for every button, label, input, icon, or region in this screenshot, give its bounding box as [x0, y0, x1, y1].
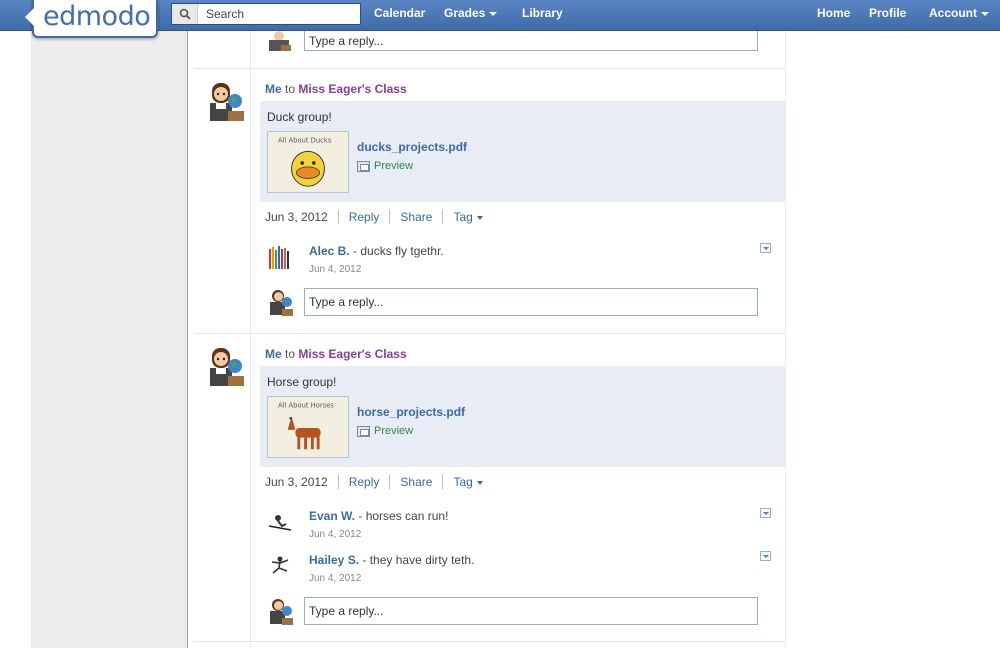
attachment-thumbnail[interactable]: All About Ducks: [267, 131, 349, 193]
post-date: Jun 3, 2012: [265, 210, 328, 224]
post-to-word: to: [285, 82, 296, 96]
colored-pencils-avatar-icon: [269, 246, 289, 269]
edmodo-logo[interactable]: edmodo: [25, 0, 158, 38]
dancer-avatar-icon: [271, 556, 289, 574]
tag-dropdown[interactable]: Tag: [453, 210, 483, 224]
attachment-file-link[interactable]: horse_projects.pdf: [357, 405, 465, 419]
comment-date: Jun 4, 2012: [309, 529, 362, 540]
post-date: Jun 3, 2012: [265, 475, 328, 489]
post-message-text: Duck group!: [267, 110, 332, 124]
attachment-thumbnail[interactable]: All About Horses: [267, 396, 349, 458]
comment: Evan W. - horses can run!: [309, 509, 448, 523]
reply-link[interactable]: Reply: [349, 210, 380, 224]
teacher-avatar-icon: [210, 83, 244, 121]
post-sender-link[interactable]: Me: [265, 347, 282, 361]
logo-arrow-icon: [25, 8, 34, 26]
post-sender-link[interactable]: Me: [265, 82, 282, 96]
nav-account[interactable]: Account: [929, 6, 989, 20]
tag-label: Tag: [453, 475, 473, 489]
comment: Hailey S. - they have dirty teth.: [309, 553, 474, 567]
post-recipient-link[interactable]: Miss Eager's Class: [298, 347, 406, 361]
post-separator: [194, 641, 785, 642]
preview-button[interactable]: Preview: [357, 425, 413, 437]
comment-author-link[interactable]: Alec B.: [309, 244, 350, 258]
teacher-avatar-icon: [270, 599, 293, 625]
teacher-avatar-icon: [210, 348, 244, 386]
comment-author-link[interactable]: Evan W.: [309, 509, 355, 523]
nav-library[interactable]: Library: [522, 6, 563, 20]
preview-icon: [357, 425, 370, 437]
post-message-box: Duck group! All About Ducks ducks_projec…: [260, 101, 785, 202]
stream-right-edge: [785, 31, 786, 648]
nav-grades-label: Grades: [444, 6, 486, 20]
nav-calendar[interactable]: Calendar: [374, 6, 425, 20]
reply-input[interactable]: [304, 597, 758, 625]
share-link[interactable]: Share: [400, 475, 432, 489]
comment-author-link[interactable]: Hailey S.: [309, 553, 359, 567]
meta-divider: [337, 210, 339, 224]
post-separator: [194, 333, 785, 334]
left-sidebar: [31, 31, 187, 648]
nav-grades[interactable]: Grades: [444, 6, 498, 20]
attachment-file-link[interactable]: ducks_projects.pdf: [357, 140, 467, 154]
meta-divider: [442, 210, 444, 224]
skier-avatar-icon: [268, 515, 292, 531]
reply-input[interactable]: [304, 288, 758, 316]
comment-text: - ducks fly tgethr.: [353, 244, 444, 258]
preview-label: Preview: [374, 425, 414, 437]
share-link[interactable]: Share: [400, 210, 432, 224]
nav-profile[interactable]: Profile: [869, 6, 906, 20]
post-meta-row: Jun 3, 2012 Reply Share Tag: [265, 475, 483, 489]
comment-date: Jun 4, 2012: [309, 264, 362, 275]
meta-divider: [442, 475, 444, 489]
preview-icon: [357, 160, 370, 172]
chevron-down-icon: [981, 11, 989, 16]
search-box: [171, 3, 361, 25]
chevron-down-icon: [476, 215, 483, 220]
comment-text: - horses can run!: [358, 509, 449, 523]
nav-account-label: Account: [929, 6, 977, 20]
thumbnail-title: All About Ducks: [278, 137, 332, 145]
reply-link[interactable]: Reply: [349, 475, 380, 489]
chevron-down-icon: [489, 11, 498, 16]
comment-options-dropdown[interactable]: [760, 551, 771, 561]
teacher-avatar-icon: [270, 290, 293, 316]
comment: Alec B. - ducks fly tgethr.: [309, 244, 444, 258]
reply-input[interactable]: [304, 31, 758, 51]
post-message-text: Horse group!: [267, 375, 337, 389]
post-header: Me to Miss Eager's Class: [265, 82, 407, 96]
meta-divider: [337, 475, 339, 489]
logo-text: edmodo: [43, 1, 151, 32]
search-input[interactable]: [198, 7, 358, 21]
comment-options-dropdown[interactable]: [760, 508, 771, 518]
nav-home[interactable]: Home: [817, 6, 850, 20]
meta-divider: [389, 475, 391, 489]
post-to-word: to: [285, 347, 296, 361]
post-meta-row: Jun 3, 2012 Reply Share Tag: [265, 210, 483, 224]
tag-dropdown[interactable]: Tag: [453, 475, 483, 489]
preview-label: Preview: [374, 160, 414, 172]
comment-options-dropdown[interactable]: [760, 243, 771, 253]
comment-text: - they have dirty teth.: [362, 553, 475, 567]
post-recipient-link[interactable]: Miss Eager's Class: [298, 82, 406, 96]
preview-button[interactable]: Preview: [357, 160, 413, 172]
teacher-avatar-icon: [269, 31, 291, 51]
search-icon[interactable]: [172, 4, 198, 24]
post-message-box: Horse group! All About Horses horse_proj…: [260, 366, 785, 467]
meta-divider: [389, 210, 391, 224]
comment-date: Jun 4, 2012: [309, 573, 362, 584]
post-separator: [194, 68, 785, 69]
thumbnail-title: All About Horses: [278, 402, 334, 410]
post-header: Me to Miss Eager's Class: [265, 347, 407, 361]
chevron-down-icon: [476, 480, 483, 485]
tag-label: Tag: [453, 210, 473, 224]
avatar-column-divider: [250, 31, 251, 648]
